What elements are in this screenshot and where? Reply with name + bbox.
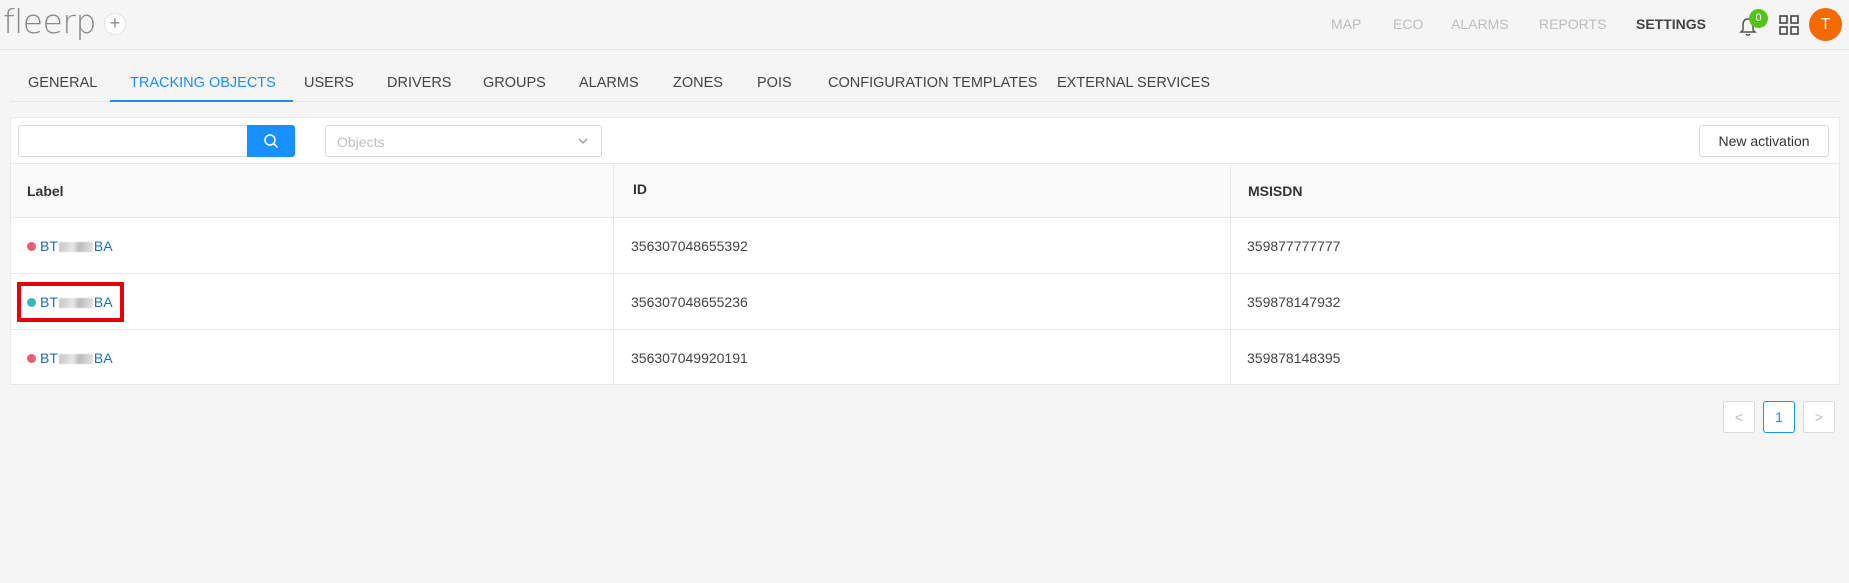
- nav-alarms[interactable]: ALARMS: [1451, 16, 1509, 36]
- label-prefix: BT: [40, 350, 58, 366]
- cell-msisdn: 359878148395: [1247, 350, 1341, 366]
- cell-id: 356307048655392: [631, 238, 748, 254]
- label-prefix: BT: [40, 238, 58, 254]
- apps-grid-icon[interactable]: [1779, 15, 1799, 35]
- add-button[interactable]: +: [104, 13, 126, 35]
- search-input[interactable]: [18, 125, 248, 157]
- tab-configuration-templates[interactable]: CONFIGURATION TEMPLATES: [828, 75, 1037, 91]
- avatar[interactable]: T: [1809, 8, 1842, 41]
- status-dot: [27, 354, 36, 363]
- pagination-prev[interactable]: <: [1723, 401, 1755, 433]
- column-divider: [613, 163, 614, 385]
- new-activation-button[interactable]: New activation: [1699, 125, 1829, 157]
- tab-pois[interactable]: POIS: [757, 75, 792, 91]
- table-header: Label ID MSISDN: [11, 163, 1839, 218]
- chevron-down-icon: [578, 138, 588, 144]
- table-row[interactable]: BT BA 356307049920191 359878148395: [11, 330, 1839, 386]
- column-divider: [1230, 163, 1231, 385]
- nav-eco[interactable]: ECO: [1393, 16, 1423, 36]
- active-tab-indicator: [110, 100, 293, 102]
- redacted-text: [58, 354, 93, 364]
- table-row[interactable]: BT BA 356307048655236 359878147932: [11, 274, 1839, 330]
- tab-users[interactable]: USERS: [304, 75, 354, 91]
- search-button[interactable]: [247, 125, 295, 157]
- settings-tabs: GENERAL TRACKING OBJECTS USERS DRIVERS G…: [10, 66, 1840, 102]
- cell-msisdn: 359878147932: [1247, 294, 1341, 310]
- nav-settings[interactable]: SETTINGS: [1636, 16, 1706, 36]
- tab-tracking-objects[interactable]: TRACKING OBJECTS: [130, 75, 276, 91]
- object-label-link[interactable]: BT BA: [40, 350, 113, 366]
- highlight-box: [17, 282, 124, 322]
- redacted-text: [58, 242, 93, 252]
- tab-drivers[interactable]: DRIVERS: [387, 75, 451, 91]
- label-suffix: BA: [93, 350, 113, 366]
- column-header-id[interactable]: ID: [633, 181, 647, 197]
- tab-zones[interactable]: ZONES: [673, 75, 723, 91]
- label-suffix: BA: [93, 238, 113, 254]
- cell-id: 356307048655236: [631, 294, 748, 310]
- notification-badge: 0: [1749, 9, 1768, 28]
- search-icon: [264, 134, 279, 149]
- app-logo[interactable]: fleerp: [3, 2, 96, 41]
- pagination-next[interactable]: >: [1803, 401, 1835, 433]
- table-row[interactable]: BT BA 356307048655392 359877777777: [11, 218, 1839, 274]
- column-header-label[interactable]: Label: [27, 183, 64, 199]
- tracking-objects-panel: Objects New activation Label ID MSISDN B…: [10, 117, 1840, 385]
- tab-general[interactable]: GENERAL: [28, 75, 97, 91]
- status-dot: [27, 242, 36, 251]
- pagination-page-1[interactable]: 1: [1763, 401, 1795, 433]
- objects-placeholder: Objects: [337, 134, 385, 150]
- cell-id: 356307049920191: [631, 350, 748, 366]
- tab-external-services[interactable]: EXTERNAL SERVICES: [1057, 75, 1210, 91]
- nav-map[interactable]: MAP: [1331, 16, 1361, 36]
- column-header-msisdn[interactable]: MSISDN: [1248, 183, 1302, 199]
- object-label-link[interactable]: BT BA: [40, 238, 113, 254]
- tab-groups[interactable]: GROUPS: [483, 75, 546, 91]
- top-bar: fleerp + MAP ECO ALARMS REPORTS SETTINGS…: [0, 0, 1849, 50]
- objects-select[interactable]: Objects: [325, 125, 602, 157]
- tab-alarms[interactable]: ALARMS: [579, 75, 639, 91]
- nav-reports[interactable]: REPORTS: [1539, 16, 1606, 36]
- cell-msisdn: 359877777777: [1247, 238, 1341, 254]
